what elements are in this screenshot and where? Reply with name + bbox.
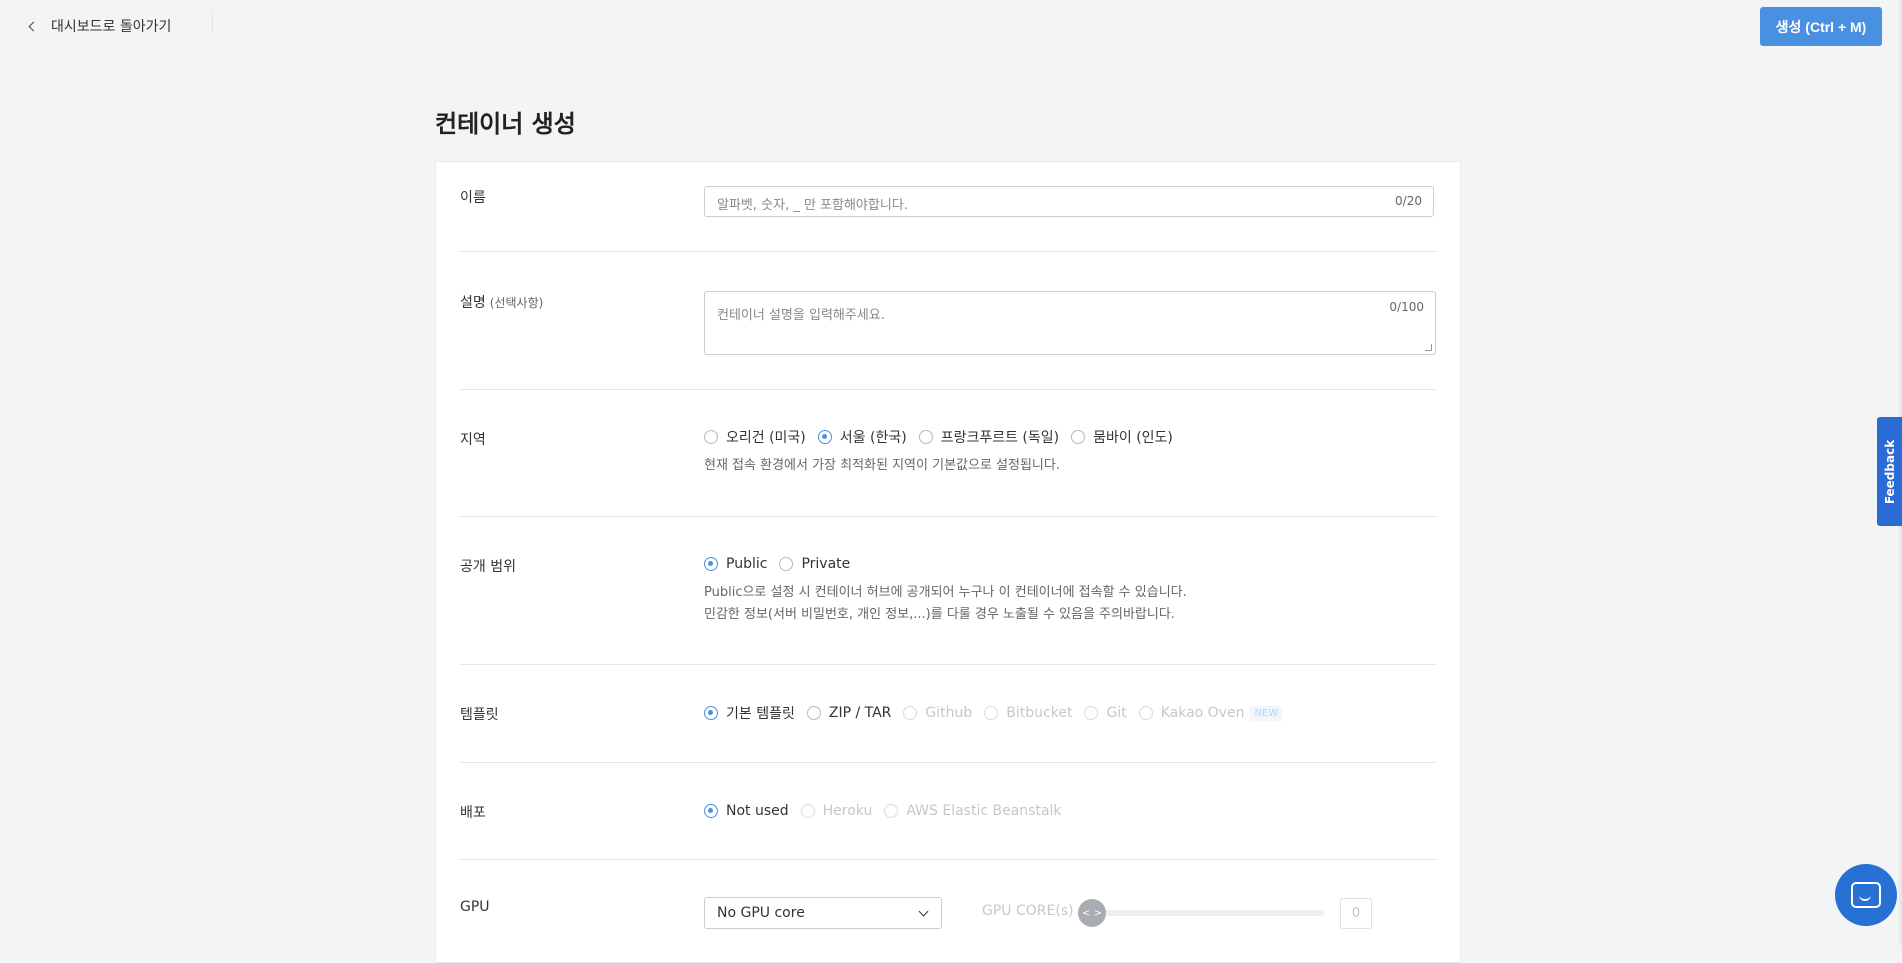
description-row: 설명 (선택사항) 컨테이너 설명을 입력해주세요. 0/100 <box>460 251 1436 390</box>
template-option-label: ZIP / TAR <box>828 705 892 721</box>
feedback-tab[interactable]: Feedback <box>1877 417 1902 526</box>
gpu-core-slider-handle[interactable]: < > <box>1078 899 1106 927</box>
region-option-label: 프랑크푸르트 (독일) <box>940 430 1060 446</box>
template-row: 템플릿 기본 템플릿 ZIP / TAR Github Bitbucket Gi… <box>460 664 1436 763</box>
template-option-git: Git <box>1084 705 1127 721</box>
deploy-option-not-used[interactable]: Not used <box>704 803 789 819</box>
description-label: 설명 (선택사항) <box>460 292 543 312</box>
template-option-label: Kakao Oven <box>1160 705 1245 721</box>
new-badge: NEW <box>1250 705 1283 721</box>
region-option-label: 뭄바이 (인도) <box>1093 430 1173 446</box>
template-option-label: Github <box>925 705 973 721</box>
visibility-option-label: Public <box>726 556 768 572</box>
name-input[interactable]: 알파벳, 숫자, _ 만 포함해야합니다. 0/20 <box>704 186 1434 217</box>
visibility-warning-text: 민감한 정보(서버 비밀번호, 개인 정보,...)를 다룰 경우 노출될 수 … <box>704 607 1175 622</box>
radio-selected-icon <box>704 706 718 720</box>
description-counter: 0/100 <box>1389 300 1424 314</box>
template-option-zip-tar[interactable]: ZIP / TAR <box>806 705 892 721</box>
radio-icon <box>903 706 918 720</box>
region-option-mumbai[interactable]: 뭄바이 (인도) <box>1071 427 1173 447</box>
gpu-label: GPU <box>460 899 490 915</box>
region-option-oregon[interactable]: 오리건 (미국) <box>704 427 806 447</box>
resize-handle-icon[interactable] <box>1425 344 1432 351</box>
create-container-form: 이름 알파벳, 숫자, _ 만 포함해야합니다. 0/20 설명 (선택사항) 컨… <box>435 161 1461 963</box>
top-bar: 대시보드로 돌아가기 생성 (Ctrl + M) <box>0 0 1902 52</box>
template-option-label: Git <box>1106 705 1127 721</box>
region-help-text: 현재 접속 환경에서 가장 최적화된 지역이 기본값으로 설정됩니다. <box>704 458 1060 473</box>
radio-icon <box>884 804 899 818</box>
name-row: 이름 알파벳, 숫자, _ 만 포함해야합니다. 0/20 <box>460 162 1436 252</box>
template-option-default[interactable]: 기본 템플릿 <box>704 703 795 723</box>
template-option-label: 기본 템플릿 <box>726 706 795 722</box>
name-placeholder: 알파벳, 숫자, _ 만 포함해야합니다. <box>717 198 908 213</box>
visibility-option-private[interactable]: Private <box>779 556 850 572</box>
deploy-radio-group: Not used Heroku AWS Elastic Beanstalk <box>704 801 1074 821</box>
radio-icon <box>984 706 999 720</box>
page-title: 컨테이너 생성 <box>435 110 576 138</box>
radio-icon <box>1138 706 1153 720</box>
chat-icon <box>1851 882 1881 908</box>
region-option-label: 오리건 (미국) <box>726 430 806 446</box>
visibility-label: 공개 범위 <box>460 559 516 575</box>
region-label: 지역 <box>460 432 486 448</box>
radio-selected-icon <box>704 557 718 571</box>
divider <box>212 10 213 32</box>
deploy-option-heroku: Heroku <box>800 803 873 819</box>
radio-icon <box>779 557 794 571</box>
visibility-radio-group: Public Private <box>704 554 1187 574</box>
deploy-option-aws-eb: AWS Elastic Beanstalk <box>884 803 1062 819</box>
template-option-label: Bitbucket <box>1006 705 1073 721</box>
description-label-text: 설명 <box>460 295 486 311</box>
chevron-down-icon <box>918 906 929 917</box>
gpu-select-value: No GPU core <box>717 905 805 921</box>
radio-icon <box>1071 430 1086 444</box>
visibility-option-label: Private <box>801 556 851 572</box>
deploy-label: 배포 <box>460 805 486 821</box>
radio-icon <box>704 430 718 444</box>
template-option-github: Github <box>903 705 972 721</box>
region-option-label: 서울 (한국) <box>839 430 907 446</box>
radio-selected-icon <box>704 804 718 818</box>
region-option-seoul[interactable]: 서울 (한국) <box>817 427 907 447</box>
back-label: 대시보드로 돌아가기 <box>51 19 172 35</box>
radio-icon <box>918 430 933 444</box>
region-option-frankfurt[interactable]: 프랑크푸르트 (독일) <box>918 427 1060 447</box>
gpu-core-select[interactable]: No GPU core <box>704 897 942 929</box>
deploy-option-label: Not used <box>726 803 789 819</box>
deploy-row: 배포 Not used Heroku AWS Elastic Beanstalk <box>460 762 1436 860</box>
radio-selected-icon <box>817 430 832 444</box>
template-option-bitbucket: Bitbucket <box>984 705 1072 721</box>
optional-hint: (선택사항) <box>489 296 544 310</box>
visibility-help-text: Public으로 설정 시 컨테이너 허브에 공개되어 누구나 이 컨테이너에 … <box>704 585 1187 600</box>
template-radio-group: 기본 템플릿 ZIP / TAR Github Bitbucket Git Ka… <box>704 703 1294 723</box>
region-row: 지역 오리건 (미국) 서울 (한국) 프랑크푸르트 (독일) 뭄바이 (인도)… <box>460 389 1436 517</box>
radio-icon <box>806 706 821 720</box>
create-button[interactable]: 생성 (Ctrl + M) <box>1760 7 1882 46</box>
gpu-cores-label: GPU CORE(s) <box>982 903 1074 919</box>
template-option-kakao-oven: Kakao Oven NEW <box>1138 705 1283 721</box>
name-counter: 0/20 <box>1395 194 1422 208</box>
visibility-option-public[interactable]: Public <box>704 556 767 572</box>
feedback-label: Feedback <box>1882 439 1897 504</box>
chat-launcher-button[interactable] <box>1835 864 1897 926</box>
description-textarea[interactable]: 컨테이너 설명을 입력해주세요. 0/100 <box>704 291 1436 355</box>
back-to-dashboard-link[interactable]: 대시보드로 돌아가기 <box>28 16 172 36</box>
deploy-option-label: AWS Elastic Beanstalk <box>906 803 1062 819</box>
description-placeholder: 컨테이너 설명을 입력해주세요. <box>717 308 885 323</box>
radio-icon <box>1084 706 1099 720</box>
deploy-option-label: Heroku <box>822 803 873 819</box>
visibility-row: 공개 범위 Public Private Public으로 설정 시 컨테이너 … <box>460 516 1436 665</box>
gpu-core-count-input[interactable]: 0 <box>1340 898 1372 929</box>
name-label: 이름 <box>460 190 486 206</box>
region-radio-group: 오리건 (미국) 서울 (한국) 프랑크푸르트 (독일) 뭄바이 (인도) <box>704 427 1185 447</box>
gpu-core-slider-track[interactable] <box>1094 910 1324 916</box>
radio-icon <box>800 804 815 818</box>
gpu-row: GPU No GPU core GPU CORE(s) < > 0 <box>460 859 1436 959</box>
template-label: 템플릿 <box>460 707 499 723</box>
chevron-left-icon <box>28 21 39 31</box>
